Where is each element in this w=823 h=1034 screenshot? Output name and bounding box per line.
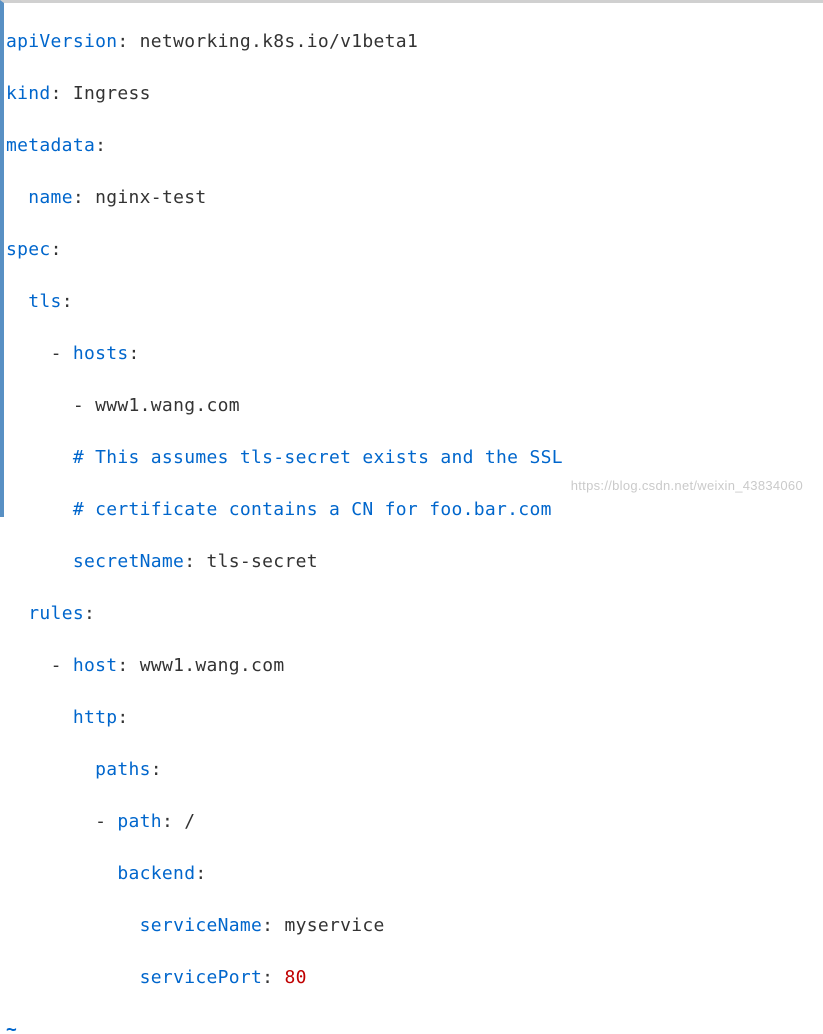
yaml-line: paths: — [6, 757, 823, 783]
yaml-line: backend: — [6, 861, 823, 887]
yaml-key: spec — [6, 239, 51, 260]
yaml-key: paths — [95, 759, 151, 780]
yaml-line: - www1.wang.com — [6, 393, 823, 419]
yaml-comment: # This assumes tls-secret exists and the… — [73, 447, 563, 468]
watermark-text: https://blog.csdn.net/weixin_43834060 — [571, 473, 803, 499]
yaml-dash: - — [95, 811, 106, 832]
yaml-key: servicePort — [140, 967, 263, 988]
yaml-key: host — [73, 655, 118, 676]
yaml-value: / — [184, 811, 195, 832]
yaml-line: metadata: — [6, 133, 823, 159]
yaml-key: rules — [28, 603, 84, 624]
yaml-line: - path: / — [6, 809, 823, 835]
yaml-dash: - — [51, 343, 62, 364]
yaml-key: kind — [6, 83, 51, 104]
yaml-line: # certificate contains a CN for foo.bar.… — [6, 497, 823, 523]
yaml-dash: - — [73, 395, 84, 416]
yaml-key: secretName — [73, 551, 184, 572]
yaml-value: www1.wang.com — [140, 655, 285, 676]
yaml-key: apiVersion — [6, 31, 117, 52]
yaml-line: - hosts: — [6, 341, 823, 367]
yaml-key: http — [73, 707, 118, 728]
yaml-line: # This assumes tls-secret exists and the… — [6, 445, 823, 471]
yaml-dash: - — [51, 655, 62, 676]
yaml-value: myservice — [284, 915, 384, 936]
yaml-key: serviceName — [140, 915, 263, 936]
yaml-key: backend — [117, 863, 195, 884]
yaml-value: www1.wang.com — [95, 395, 240, 416]
yaml-line: - host: www1.wang.com — [6, 653, 823, 679]
yaml-key: tls — [28, 291, 61, 312]
yaml-key: hosts — [73, 343, 129, 364]
empty-line-tilde: ~ — [6, 1017, 823, 1034]
yaml-key: metadata — [6, 135, 95, 156]
yaml-key: name — [28, 187, 73, 208]
yaml-line: http: — [6, 705, 823, 731]
yaml-line: apiVersion: networking.k8s.io/v1beta1 — [6, 29, 823, 55]
yaml-line: spec: — [6, 237, 823, 263]
code-editor[interactable]: apiVersion: networking.k8s.io/v1beta1 ki… — [0, 0, 823, 517]
yaml-value: networking.k8s.io/v1beta1 — [140, 31, 418, 52]
yaml-line: rules: — [6, 601, 823, 627]
yaml-line: name: nginx-test — [6, 185, 823, 211]
yaml-value: tls-secret — [206, 551, 317, 572]
yaml-value: nginx-test — [95, 187, 206, 208]
yaml-key: path — [117, 811, 162, 832]
yaml-line: kind: Ingress — [6, 81, 823, 107]
yaml-line: serviceName: myservice — [6, 913, 823, 939]
yaml-line: secretName: tls-secret — [6, 549, 823, 575]
yaml-value: 80 — [284, 967, 306, 988]
yaml-value: Ingress — [73, 83, 151, 104]
yaml-line: servicePort: 80 — [6, 965, 823, 991]
yaml-line: tls: — [6, 289, 823, 315]
